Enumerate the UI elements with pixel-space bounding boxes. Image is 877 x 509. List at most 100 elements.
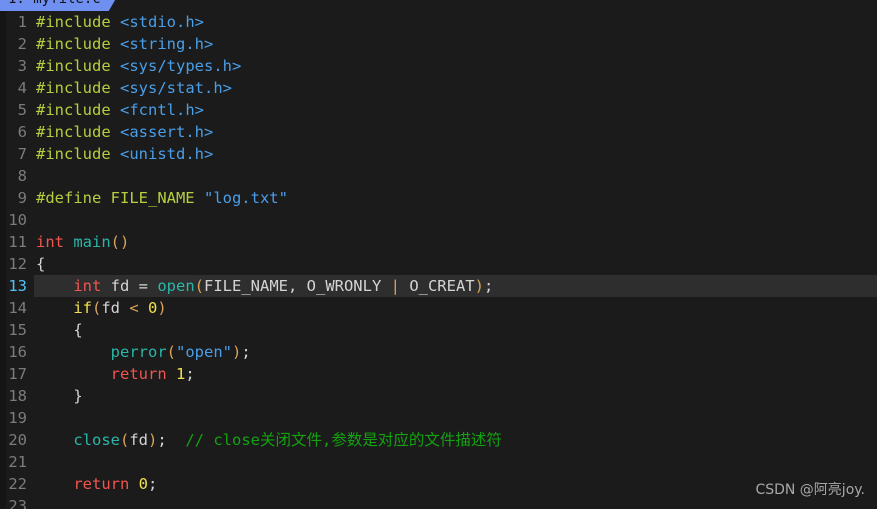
code-line-content-12: { (34, 253, 45, 275)
token: if (73, 299, 92, 317)
token: () (110, 233, 130, 251)
code-line-19[interactable]: 19 (0, 407, 877, 429)
token: #include (36, 145, 111, 163)
code-line-6[interactable]: 6 #include <assert.h> (0, 121, 877, 143)
token: open (157, 277, 195, 295)
token: int (36, 233, 64, 251)
editor-tab-bar: 1. myfile.c (0, 0, 877, 11)
code-line-12[interactable]: 12{ (0, 253, 877, 275)
code-line-18[interactable]: 18 } (0, 385, 877, 407)
token: | (390, 277, 400, 295)
token: <unistd.h> (120, 145, 214, 163)
token: fd (101, 299, 130, 317)
code-line-7[interactable]: 7 #include <unistd.h> (0, 143, 877, 165)
code-line-2[interactable]: 2 #include <string.h> (0, 33, 877, 55)
token: close (73, 431, 120, 449)
token: <string.h> (120, 35, 214, 53)
code-line-content-15: { (34, 319, 83, 341)
code-line-20[interactable]: 20 close(fd); // close关闭文件,参数是对应的文件描述符 (0, 429, 877, 451)
code-line-content-11: int main() (34, 231, 129, 253)
token: <fcntl.h> (120, 101, 204, 119)
token: int (73, 277, 102, 295)
token: #include (36, 13, 111, 31)
token: ) (232, 343, 242, 361)
token: fd (129, 431, 149, 449)
token: } (73, 387, 83, 405)
token: #include (36, 79, 111, 97)
code-line-content-16: perror("open"); (34, 341, 251, 363)
code-text-area[interactable]: 1 #include <stdio.h> 2 #include <string.h> 3… (0, 11, 877, 509)
token: <stdio.h> (120, 13, 204, 31)
token: ; (185, 365, 195, 383)
code-line-13[interactable]: 13 int fd = open(FILE_NAME, O_WRONLY | O… (0, 275, 877, 297)
token: main (73, 233, 111, 251)
code-editor-window: 1. myfile.c 1#include <stdio.h>2#include… (0, 0, 877, 509)
token: return (73, 475, 130, 493)
code-line-11[interactable]: 11 int main() (0, 231, 877, 253)
code-line-content-14: if(fd < 0) (34, 297, 166, 319)
code-line-9[interactable]: 9 #define FILE_NAME "log.txt" (0, 187, 877, 209)
token: ; (241, 343, 251, 361)
code-line-content-22: return 0; (34, 473, 157, 495)
token: "log.txt" (203, 189, 288, 207)
code-line-16[interactable]: 16 perror("open"); (0, 341, 877, 363)
code-line-21[interactable]: 21 (0, 451, 877, 473)
code-line-4[interactable]: 4 #include <sys/stat.h> (0, 77, 877, 99)
token: #include (36, 123, 111, 141)
code-line-17[interactable]: 17 return 1; (0, 363, 877, 385)
token: "open" (176, 343, 232, 361)
token: FILE_NAME, O_WRONLY (204, 277, 391, 295)
code-line-3[interactable]: 3 #include <sys/types.h> (0, 55, 877, 77)
token: 0 (138, 475, 149, 493)
code-line-10[interactable]: 10 (0, 209, 877, 231)
code-line-content-7: #include <unistd.h> (34, 143, 213, 165)
token: ) (474, 277, 484, 295)
code-line-8[interactable]: 8 (0, 165, 877, 187)
editor-tab-myfile-c[interactable]: 1. myfile.c (0, 0, 123, 11)
code-line-content-18: } (34, 385, 83, 407)
left-margin-strip (0, 11, 6, 509)
code-line-1[interactable]: 1 #include <stdio.h> (0, 11, 877, 33)
code-line-5[interactable]: 5 #include <fcntl.h> (0, 99, 877, 121)
token: { (36, 255, 46, 273)
code-line-23[interactable]: 23 (0, 495, 877, 509)
token: <sys/stat.h> (120, 79, 232, 97)
token: ( (92, 299, 102, 317)
code-line-content-9: #define FILE_NAME "log.txt" (34, 187, 288, 209)
code-line-content-2: #include <string.h> (34, 33, 213, 55)
token: 1 (176, 365, 186, 383)
code-line-22[interactable]: 22 return 0; (0, 473, 877, 495)
code-line-14[interactable]: 14 if(fd < 0) (0, 297, 877, 319)
token: ; (157, 431, 186, 449)
token: fd = (101, 277, 158, 295)
token: #define FILE_NAME (36, 189, 195, 207)
token: O_CREAT (399, 277, 475, 295)
token: ( (120, 431, 130, 449)
code-line-content-4: #include <sys/stat.h> (34, 77, 232, 99)
token: < (129, 299, 139, 317)
token: ) (148, 431, 158, 449)
code-line-15[interactable]: 15 { (0, 319, 877, 341)
token: { (73, 321, 83, 339)
token: #include (36, 35, 111, 53)
token: <sys/types.h> (120, 57, 242, 75)
token: #include (36, 57, 111, 75)
code-line-content-13: int fd = open(FILE_NAME, O_WRONLY | O_CR… (34, 275, 493, 297)
token: 0 (148, 299, 158, 317)
token: ( (194, 277, 204, 295)
code-line-content-3: #include <sys/types.h> (34, 55, 241, 77)
